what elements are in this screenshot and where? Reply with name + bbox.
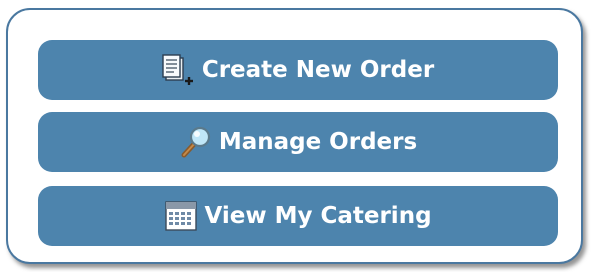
catering-menu-panel: Create New Order Manage Orders View My C… <box>6 8 583 264</box>
view-my-catering-button[interactable]: View My Catering <box>38 186 558 246</box>
magnifier-icon <box>179 125 213 159</box>
calendar-icon <box>164 199 198 233</box>
new-document-icon <box>162 53 196 87</box>
create-new-order-button[interactable]: Create New Order <box>38 40 558 100</box>
view-my-catering-label: View My Catering <box>204 203 432 229</box>
manage-orders-button[interactable]: Manage Orders <box>38 112 558 172</box>
manage-orders-label: Manage Orders <box>218 129 418 155</box>
create-new-order-label: Create New Order <box>201 57 435 83</box>
